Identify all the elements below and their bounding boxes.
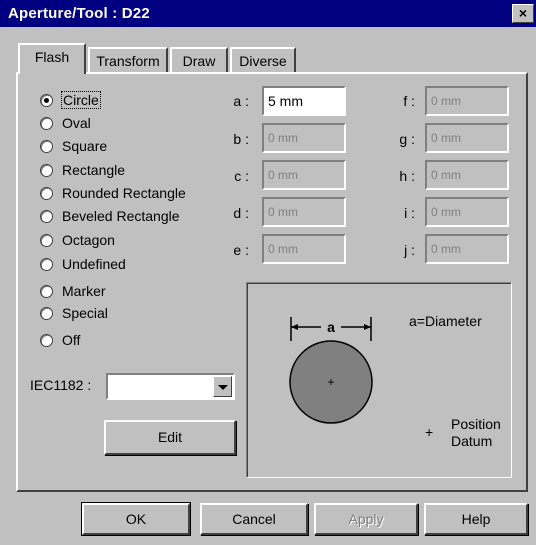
tab-transform-label: Transform: [96, 53, 160, 69]
apply-button-label: Apply: [348, 511, 384, 527]
cancel-button-label: Cancel: [232, 511, 276, 527]
tab-flash[interactable]: Flash: [18, 43, 86, 74]
tab-flash-label: Flash: [34, 49, 70, 65]
flash-tab-panel: [16, 72, 528, 492]
tab-transform[interactable]: Transform: [88, 47, 168, 73]
help-button[interactable]: Help: [424, 503, 528, 535]
close-icon: ×: [518, 5, 528, 21]
cancel-button[interactable]: Cancel: [200, 503, 308, 535]
help-button-label: Help: [461, 511, 491, 527]
window-title: Aperture/Tool : D22: [8, 5, 150, 22]
apply-button: Apply: [314, 503, 418, 535]
tab-draw[interactable]: Draw: [170, 47, 228, 73]
ok-button[interactable]: OK: [81, 502, 191, 536]
tab-diverse-label: Diverse: [239, 53, 287, 69]
close-button[interactable]: ×: [512, 4, 534, 23]
title-bar: Aperture/Tool : D22 ×: [0, 0, 536, 27]
ok-button-label: OK: [125, 511, 147, 527]
tab-diverse[interactable]: Diverse: [230, 47, 296, 73]
tab-draw-label: Draw: [182, 53, 216, 69]
